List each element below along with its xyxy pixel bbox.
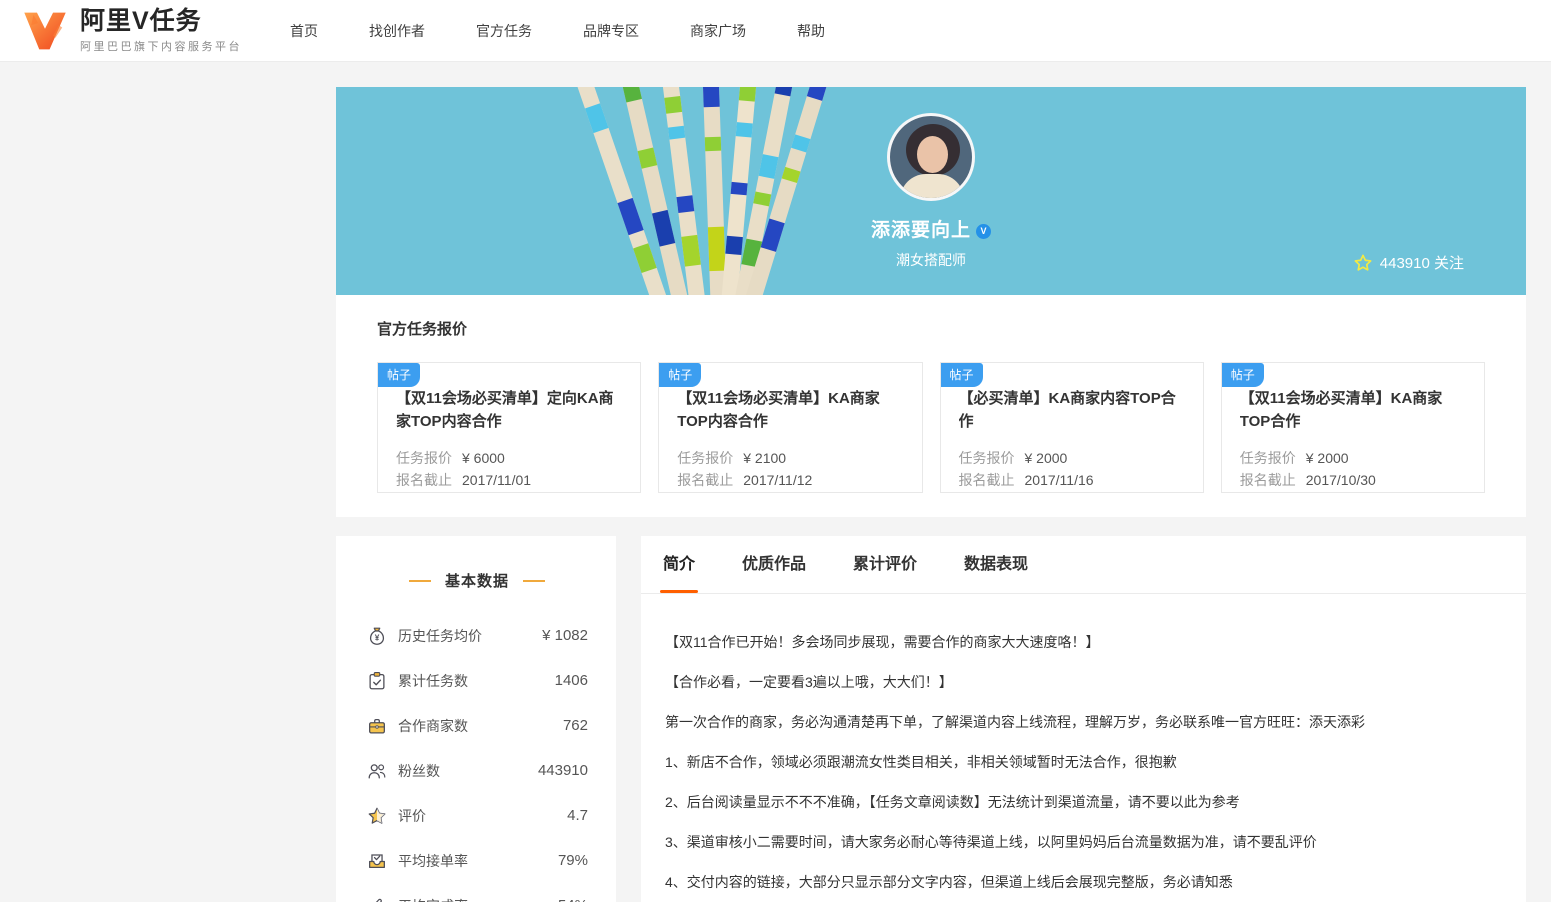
intro-paragraph: 4、交付内容的链接，大部分只显示部分文字内容，但渠道上线后会展现完整版，务必请知… <box>665 874 1233 890</box>
task-card[interactable]: 帖子 【双11会场必买清单】定向KA商家TOP内容合作 任务报价 ¥ 6000 报… <box>377 362 642 493</box>
deadline-value: 2017/11/01 <box>462 472 532 488</box>
nav-item-home[interactable]: 首页 <box>286 15 322 47</box>
task-card[interactable]: 帖子 【双11会场必买清单】KA商家TOP内容合作 任务报价 ¥ 2100 报名截… <box>658 362 923 493</box>
profile-banner: 添添要向上 V 潮女搭配师 443910 关注 <box>336 87 1526 295</box>
price-value: ¥ 2000 <box>1024 450 1068 466</box>
task-title: 【双11会场必买清单】KA商家TOP合作 <box>1239 390 1443 430</box>
stat-label: 历史任务均价 <box>398 627 482 644</box>
tab-data-performance[interactable]: 数据表现 <box>964 536 1028 593</box>
briefcase-icon <box>369 718 385 734</box>
price-value: ¥ 2000 <box>1305 450 1349 466</box>
logo-v-icon <box>24 12 66 49</box>
nav-item-official-tasks[interactable]: 官方任务 <box>472 15 536 47</box>
profile-name: 添添要向上 <box>870 220 971 241</box>
post-type-badge: 帖子 <box>659 363 702 387</box>
stat-row-completion-rate: 平均完成率 54% <box>366 883 588 902</box>
verified-badge-icon: V <box>976 224 991 239</box>
nav-item-help[interactable]: 帮助 <box>793 15 829 47</box>
main-nav: 首页 找创作者 官方任务 品牌专区 商家广场 帮助 <box>286 15 872 47</box>
deadline-label: 报名截止 <box>677 472 734 488</box>
svg-text:¥: ¥ <box>375 633 380 642</box>
task-count-icon <box>369 671 385 689</box>
accept-rate-icon <box>369 853 385 868</box>
basic-data-panel: 基本数据 ¥ 历史任务均价 ¥ 1082 累计任务数 1406 合作商家数 76… <box>336 536 616 902</box>
stat-label: 平均完成率 <box>398 896 468 902</box>
price-label: 任务报价 <box>677 450 734 466</box>
stat-value: 1406 <box>554 672 588 689</box>
tab-reviews[interactable]: 累计评价 <box>853 536 917 593</box>
official-tasks-section: 官方任务报价 帖子 【双11会场必买清单】定向KA商家TOP内容合作 任务报价 ¥… <box>336 295 1526 517</box>
logo-title: 阿里V任务 <box>80 6 202 35</box>
nav-item-brand-zone[interactable]: 品牌专区 <box>579 15 643 47</box>
deadline-value: 2017/10/30 <box>1305 472 1376 488</box>
completion-rate-icon <box>375 898 383 902</box>
price-label: 任务报价 <box>958 450 1015 466</box>
stat-label: 平均接单率 <box>398 852 468 869</box>
stat-row-merchants: 合作商家数 762 <box>366 703 588 748</box>
deadline-label: 报名截止 <box>1239 472 1296 488</box>
stat-label: 合作商家数 <box>398 717 468 734</box>
fans-icon <box>368 763 386 779</box>
star-follow-icon <box>1354 254 1372 271</box>
post-type-badge: 帖子 <box>940 363 983 387</box>
profile-avatar <box>887 113 975 201</box>
deadline-label: 报名截止 <box>958 472 1015 488</box>
task-title: 【双11会场必买清单】定向KA商家TOP内容合作 <box>396 390 614 430</box>
intro-paragraph: 2、后台阅读量显示不不不准确，【任务文章阅读数】无法统计到渠道流量，请不要以此为… <box>665 794 1240 810</box>
star-icon <box>368 807 386 824</box>
deadline-value: 2017/11/16 <box>1024 472 1094 488</box>
site-logo[interactable]: 阿里V任务 阿里巴巴旗下内容服务平台 <box>22 8 242 54</box>
title-dash-right <box>523 579 545 582</box>
stat-label: 评价 <box>398 807 426 824</box>
task-card[interactable]: 帖子 【双11会场必买清单】KA商家TOP合作 任务报价 ¥ 2000 报名截止 2… <box>1220 362 1485 493</box>
task-title: 【双11会场必买清单】KA商家TOP内容合作 <box>677 390 880 430</box>
stat-value: 762 <box>562 717 588 734</box>
title-dash-left <box>408 579 431 582</box>
intro-paragraph: 3、渠道审核小二需要时间，请大家务必耐心等待渠道上线，以阿里妈妈后台流量数据为准… <box>665 834 1317 850</box>
price-label: 任务报价 <box>1239 450 1296 466</box>
site-header: 阿里V任务 阿里巴巴旗下内容服务平台 首页 找创作者 官方任务 品牌专区 商家广… <box>0 0 1551 62</box>
money-bag-icon: ¥ <box>369 627 385 645</box>
stat-row-task-count: 累计任务数 1406 <box>366 658 588 703</box>
deadline-value: 2017/11/12 <box>743 472 813 488</box>
followers-count: 443910 关注 <box>1379 255 1464 272</box>
intro-paragraph: 【合作必看，一定要看3遍以上哦，大大们！】 <box>665 674 953 690</box>
intro-content: 【双11合作已开始！多会场同步展现，需要合作的商家大大速度咯！】 【合作必看，一… <box>641 594 1526 892</box>
profile-tabs: 简介 优质作品 累计评价 数据表现 <box>641 536 1526 594</box>
task-title: 【必买清单】KA商家内容TOP合作 <box>958 390 1176 430</box>
stat-value: 54% <box>558 897 588 902</box>
stat-label: 粉丝数 <box>398 762 440 779</box>
follow-button[interactable]: 443910 关注 <box>1353 252 1464 273</box>
intro-paragraph: 1、新店不合作，领域必须跟潮流女性类目相关，非相关领域暂时无法合作，很抱歉 <box>665 754 1177 770</box>
deadline-label: 报名截止 <box>396 472 452 488</box>
tab-featured-works[interactable]: 优质作品 <box>742 536 806 593</box>
logo-subtitle: 阿里巴巴旗下内容服务平台 <box>80 40 242 53</box>
price-label: 任务报价 <box>396 450 452 466</box>
basic-data-title: 基本数据 <box>444 573 509 590</box>
stat-value: 79% <box>557 852 588 869</box>
stat-value: ¥ 1082 <box>542 627 588 644</box>
stat-row-avg-price: ¥ 历史任务均价 ¥ 1082 <box>366 613 588 658</box>
stat-label: 累计任务数 <box>398 672 468 689</box>
stat-value: 443910 <box>537 762 588 779</box>
tab-intro[interactable]: 简介 <box>659 536 699 593</box>
post-type-badge: 帖子 <box>1221 363 1264 387</box>
intro-paragraph: 【双11合作已开始！多会场同步展现，需要合作的商家大大速度咯！】 <box>665 634 1100 650</box>
section-title: 官方任务报价 <box>377 321 468 338</box>
task-card[interactable]: 帖子 【必买清单】KA商家内容TOP合作 任务报价 ¥ 2000 报名截止 2017… <box>939 362 1204 493</box>
price-value: ¥ 6000 <box>462 450 505 466</box>
stat-row-rating: 评价 4.7 <box>366 793 588 838</box>
post-type-badge: 帖子 <box>378 363 421 387</box>
profile-detail-card: 简介 优质作品 累计评价 数据表现 【双11合作已开始！多会场同步展现，需要合作… <box>641 536 1526 902</box>
stat-row-fans: 粉丝数 443910 <box>366 748 588 793</box>
stat-row-accept-rate: 平均接单率 79% <box>366 838 588 883</box>
price-value: ¥ 2100 <box>743 450 787 466</box>
profile-category: 潮女搭配师 <box>896 252 966 268</box>
nav-item-merchant-plaza[interactable]: 商家广场 <box>686 15 750 47</box>
nav-item-find-creators[interactable]: 找创作者 <box>365 15 429 47</box>
stat-value: 4.7 <box>567 807 588 824</box>
intro-paragraph: 第一次合作的商家，务必沟通清楚再下单，了解渠道内容上线流程，理解万岁，务必联系唯… <box>665 714 1365 730</box>
